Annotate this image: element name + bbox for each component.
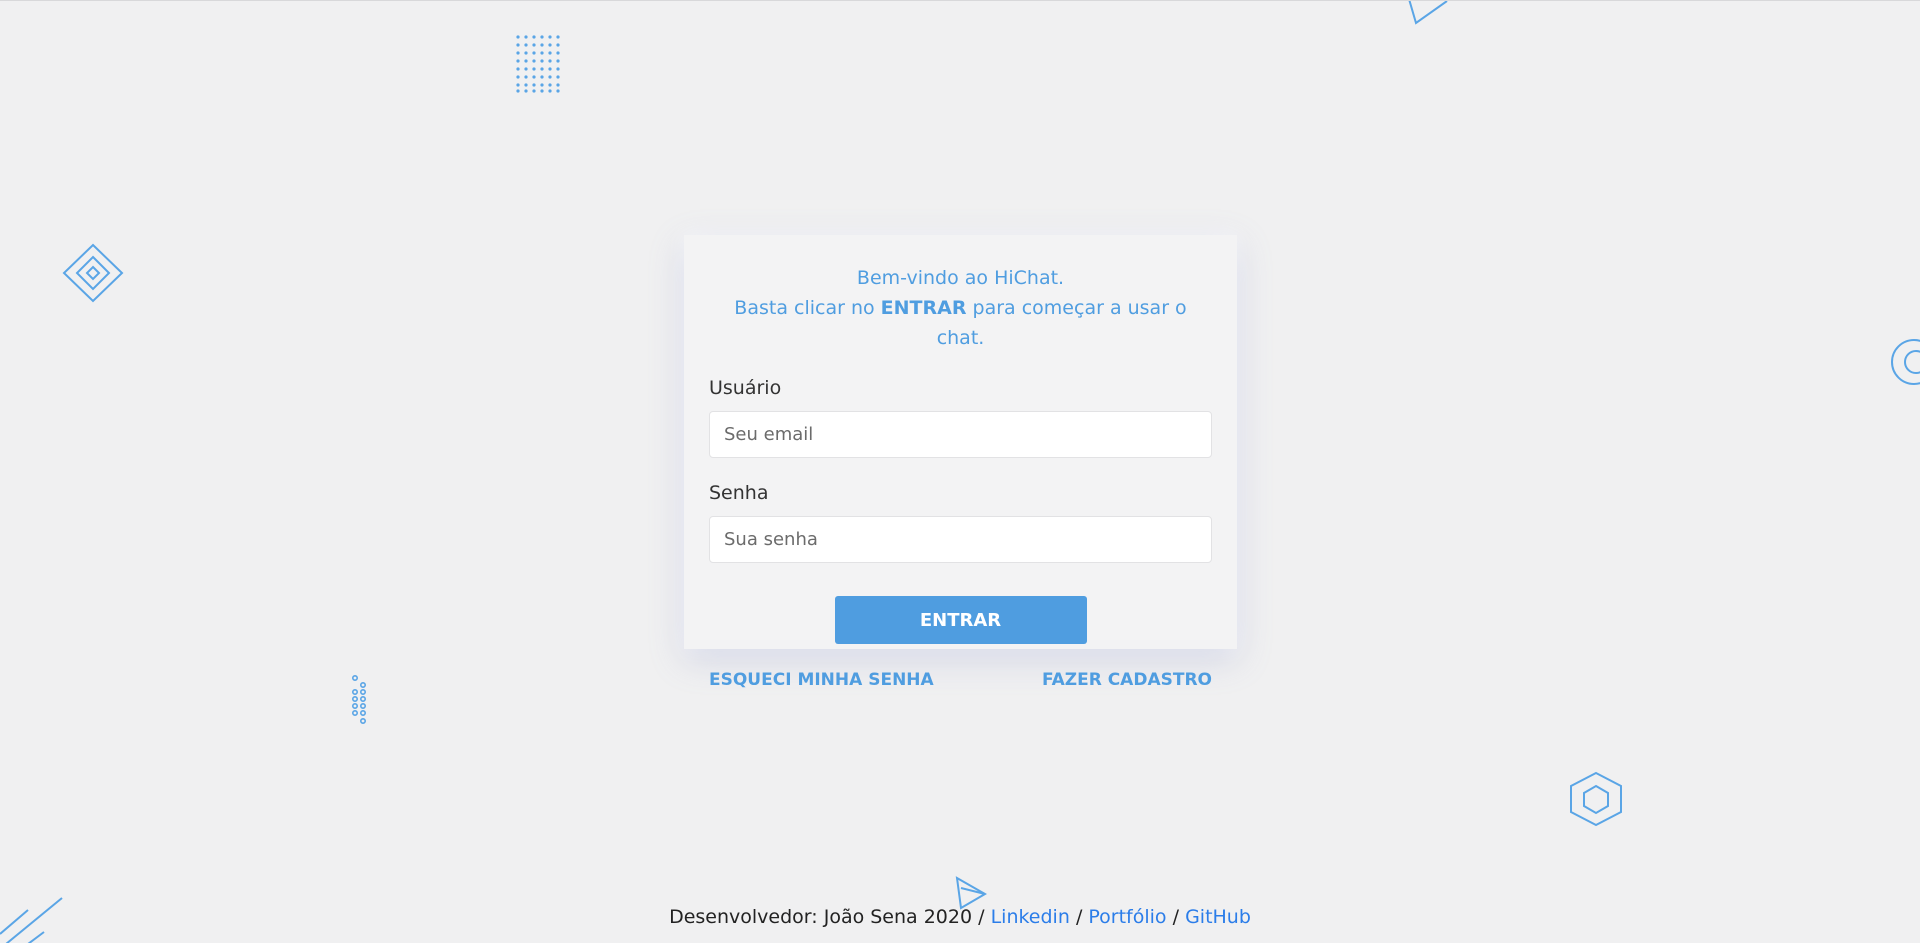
paper-plane-icon [955,876,987,910]
email-field[interactable] [709,411,1212,458]
forgot-password-link[interactable]: ESQUECI MINHA SENHA [709,670,934,690]
portfolio-link[interactable]: Portfólio [1088,906,1166,928]
username-label: Usuário [709,377,782,399]
footer-separator: / [1172,906,1180,928]
password-field[interactable] [709,516,1212,563]
footer: Desenvolvedor: João Sena 2020 / Linkedin… [0,906,1920,928]
password-label: Senha [709,482,769,504]
welcome-line-1: Bem-vindo ao HiChat. [856,267,1065,289]
auth-links: ESQUECI MINHA SENHA FAZER CADASTRO [709,670,1212,690]
enter-button[interactable]: ENTRAR [834,596,1087,644]
welcome-line-2-prefix: Basta clicar no [734,297,875,319]
welcome-message: Bem-vindo ao HiChat. Basta clicar no ENT… [709,263,1212,353]
dot-column-icon [351,674,371,728]
submit-wrapper: ENTRAR [709,596,1212,644]
welcome-line-2-suffix: para começar a usar o chat. [936,297,1187,349]
diamond-icon [61,243,125,303]
circle-icon [1886,338,1920,388]
triangle-icon [1403,1,1453,29]
register-link[interactable]: FAZER CADASTRO [1042,670,1212,690]
login-card: Bem-vindo ao HiChat. Basta clicar no ENT… [684,235,1237,649]
linkedin-link[interactable]: Linkedin [991,906,1070,928]
github-link[interactable]: GitHub [1185,906,1251,928]
welcome-line-2-emphasis: ENTRAR [880,297,967,319]
welcome-line-2: Basta clicar no ENTRAR para começar a us… [709,293,1212,353]
footer-separator: / [1075,906,1083,928]
login-page: Bem-vindo ao HiChat. Basta clicar no ENT… [0,0,1920,943]
dot-grid-icon [515,34,563,94]
hexagon-icon [1567,771,1625,827]
footer-separator: / [978,906,985,928]
developer-credit: Desenvolvedor: João Sena 2020 [669,906,973,928]
